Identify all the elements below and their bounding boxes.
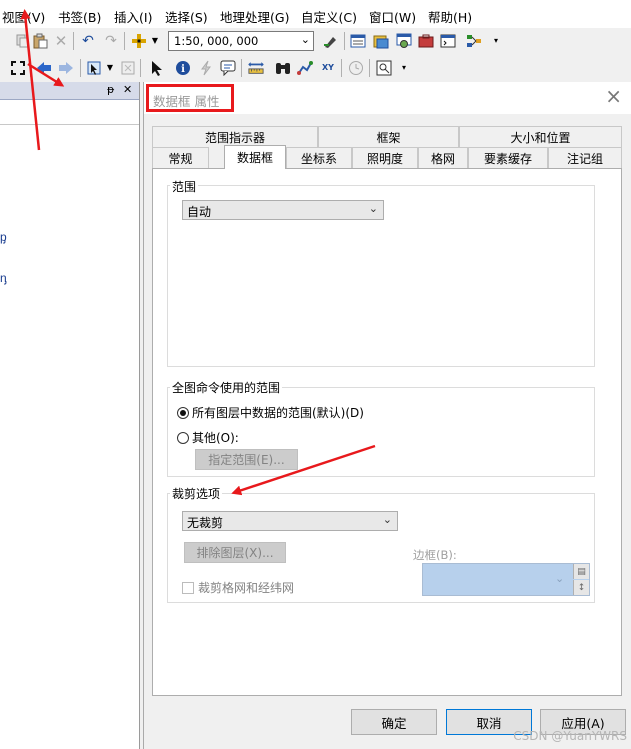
menu-selection[interactable]: 选择(S) [165,7,208,26]
clip-options-combo-value: 无裁剪 [187,516,224,530]
xy-label: XY [322,63,334,72]
find-icon[interactable] [275,60,291,76]
menu-view[interactable]: 视图(V) [2,7,45,26]
hyperlink-icon[interactable] [198,60,214,76]
radio-other-extent[interactable]: 其他(O): [177,429,239,446]
chevron-down-icon[interactable]: ▼ [102,60,118,76]
toolbar-options-icon[interactable]: ▾ [396,60,412,76]
radio-other-label: 其他(O): [192,431,239,445]
menu-insert[interactable]: 插入(I) [114,7,152,26]
tab-grids[interactable]: 格网 [418,147,468,168]
close-icon[interactable]: ✕ [123,83,132,96]
extent-combo[interactable]: 自动 ⌄ [182,200,384,220]
go-to-xy-icon[interactable]: XY [320,60,336,76]
tab-data-frame[interactable]: 数据框 [224,145,286,169]
tools-toolbar: ▼ i XY ▾ [0,55,631,82]
clip-options-combo[interactable]: 无裁剪 ⌄ [182,511,398,531]
map-scale-combo[interactable]: 1:50, 000, 000 ⌄ [168,31,314,51]
checkbox[interactable] [182,581,194,594]
standard-toolbar: ✕ ↶ ↷ ▼ 1:50, 000, 000 ⌄ ▾ [0,28,631,55]
redo-icon[interactable]: ↷ [103,33,119,49]
tab-illumination[interactable]: 照明度 [352,147,418,168]
clip-graticule-checkbox[interactable]: 裁剪格网和经纬网 [182,579,294,596]
full-extent-icon[interactable] [10,60,26,76]
time-slider-icon[interactable] [348,60,364,76]
data-frame-tab-panel: 范围 自动 ⌄ 全图命令使用的范围 所有图层中数据的范围(默认)(D) 其他(O… [152,168,622,696]
chevron-down-icon: ⌄ [382,513,392,526]
paste-icon[interactable] [32,33,48,49]
specify-extent-button[interactable]: 指定范围(E)... [195,449,298,470]
select-elements-icon[interactable] [149,60,165,76]
radio-button[interactable] [177,406,189,419]
radio-button[interactable] [177,431,189,444]
ok-button[interactable]: 确定 [351,709,437,735]
toolbar-options-icon[interactable]: ▾ [488,33,504,49]
select-features-icon[interactable] [86,60,102,76]
table-of-contents-panel: ᵽ ✕ ᶈ ᶇ [0,82,140,749]
cut-off-text: ᶈ [0,230,7,244]
clip-options-group-title: 裁剪选项 [170,485,223,502]
tab-general[interactable]: 常规 [152,147,209,168]
tab-annotation-groups[interactable]: 注记组 [548,147,622,168]
menu-geoprocessing[interactable]: 地理处理(G) [220,7,289,26]
extent-group-title: 范围 [170,178,199,195]
chevron-down-icon[interactable]: ▼ [147,33,163,49]
find-route-icon[interactable] [297,60,313,76]
exclude-layers-button[interactable]: 排除图层(X)... [184,542,286,563]
border-label: 边框(B): [413,548,457,562]
annotation-highlight-box [146,84,234,112]
svg-text:i: i [181,64,185,75]
measure-icon[interactable] [248,60,264,76]
tab-feature-cache[interactable]: 要素缓存 [468,147,548,168]
tab-frame[interactable]: 框架 [318,126,459,147]
html-popup-icon[interactable] [220,60,236,76]
catalog-icon[interactable] [373,33,389,49]
extent-combo-value: 自动 [187,205,212,219]
cut-off-text: ᶇ [0,271,7,285]
full-extent-group-title: 全图命令使用的范围 [170,379,283,396]
python-icon[interactable] [440,33,456,49]
chevron-down-icon: ⌄ [368,202,378,215]
delete-icon[interactable]: ✕ [53,33,69,49]
back-icon[interactable] [36,60,52,76]
panel-header: ᵽ ✕ [0,82,139,100]
data-frame-properties-dialog: 数据框 属性 × 范围指示器 框架 大小和位置 常规 数据框 坐标系 照明度 格… [143,82,631,749]
tab-size-and-position[interactable]: 大小和位置 [459,126,622,147]
panel-divider [0,124,139,125]
tab-extent-indicators[interactable]: 范围指示器 [152,126,318,147]
clear-selection-icon[interactable] [120,60,136,76]
search-window-icon[interactable] [396,33,412,49]
radio-all-layers-extent[interactable]: 所有图层中数据的范围(默认)(D) [177,404,364,421]
add-data-icon[interactable] [131,33,147,49]
create-viewer-icon[interactable] [376,60,392,76]
border-combo[interactable]: ⌄ ▤ ↕ [422,563,590,596]
map-scale-value: 1:50, 000, 000 [174,34,259,48]
undo-icon[interactable]: ↶ [80,33,96,49]
copy-icon[interactable] [14,33,30,49]
pin-icon[interactable]: ᵽ [107,83,114,96]
watermark: CSDN @YuanYWRS [513,729,627,743]
table-window-icon[interactable] [350,33,366,49]
menu-bookmarks[interactable]: 书签(B) [58,7,101,26]
close-icon[interactable]: × [605,86,622,106]
clip-graticule-label: 裁剪格网和经纬网 [198,581,295,595]
chevron-down-icon: ⌄ [555,572,565,585]
editor-icon[interactable] [323,33,339,49]
chevron-down-icon: ⌄ [300,33,310,46]
tab-coordinate-system[interactable]: 坐标系 [286,147,352,168]
menu-customize[interactable]: 自定义(C) [301,7,357,26]
forward-icon[interactable] [58,60,74,76]
border-properties-icon[interactable]: ▤ [573,564,589,579]
menu-help[interactable]: 帮助(H) [428,7,472,26]
model-builder-icon[interactable] [466,33,482,49]
radio-all-layers-label: 所有图层中数据的范围(默认)(D) [192,406,364,420]
border-edit-icon[interactable]: ↕ [573,580,589,595]
identify-icon[interactable]: i [175,60,191,76]
menu-windows[interactable]: 窗口(W) [369,7,416,26]
menu-bar: 视图(V) 书签(B) 插入(I) 选择(S) 地理处理(G) 自定义(C) 窗… [0,0,631,28]
arctoolbox-icon[interactable] [418,33,434,49]
